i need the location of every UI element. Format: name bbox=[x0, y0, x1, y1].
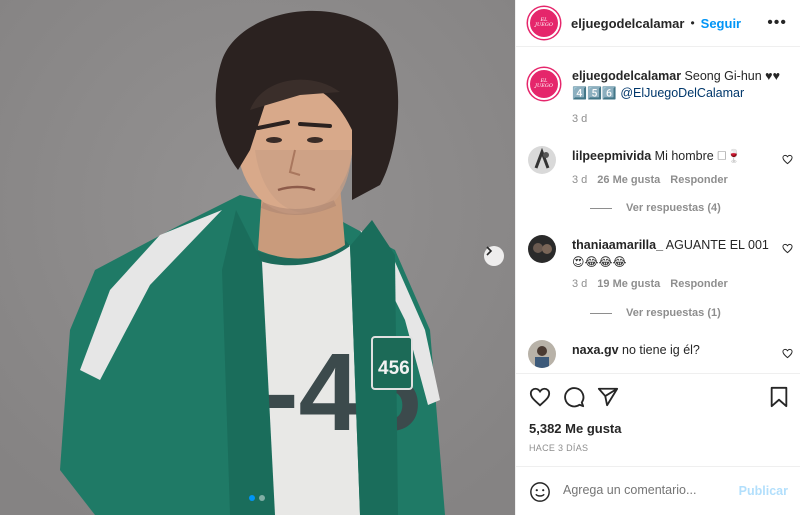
comment-age: 3 d bbox=[572, 278, 588, 290]
view-replies-label: Ver respuestas (1) bbox=[626, 307, 721, 319]
emoji-icon[interactable] bbox=[529, 481, 551, 503]
post-image: -45 456 bbox=[0, 0, 515, 515]
follow-button[interactable]: Seguir bbox=[701, 16, 741, 31]
comment-meta: 3 d 19 Me gusta Responder bbox=[572, 278, 728, 290]
save-bookmark-icon[interactable] bbox=[769, 386, 789, 408]
add-comment-bar: Publicar bbox=[516, 466, 800, 515]
reply-button[interactable]: Responder bbox=[670, 278, 727, 290]
comment-username[interactable]: lilpeepmivida bbox=[572, 149, 651, 163]
comment-emojis: 😍😂😂😂 bbox=[572, 255, 627, 269]
reply-button[interactable]: Responder bbox=[670, 174, 727, 186]
post-photo[interactable]: -45 456 bbox=[0, 0, 515, 515]
comment-body: lilpeepmivida Mi hombre 🗆🍷 bbox=[572, 148, 772, 165]
likes-count[interactable]: 5,382 Me gusta bbox=[529, 421, 622, 436]
carousel-dot bbox=[259, 495, 265, 501]
more-options-icon[interactable]: ••• bbox=[767, 14, 787, 32]
comment-likes[interactable]: 19 Me gusta bbox=[597, 278, 660, 290]
post-side-panel: EL JUEGO eljuegodelcalamar • Seguir ••• E… bbox=[515, 0, 800, 515]
caption-text: eljuegodelcalamar Seong Gi-hun ♥♥ 4️⃣5️⃣… bbox=[572, 68, 792, 102]
comment-meta: 3 d 26 Me gusta Responder bbox=[572, 174, 728, 186]
view-replies-button[interactable]: Ver respuestas (4) bbox=[572, 202, 721, 214]
share-icon[interactable] bbox=[597, 386, 619, 408]
commenter-avatar[interactable] bbox=[528, 235, 556, 263]
like-comment-icon[interactable] bbox=[782, 348, 793, 359]
comment-username[interactable]: thaniaamarilla_ bbox=[572, 238, 663, 252]
comments-list[interactable]: EL JUEGO eljuegodelcalamar Seong Gi-hun ♥… bbox=[516, 48, 800, 373]
separator-dot: • bbox=[690, 16, 695, 30]
account-avatar[interactable]: EL JUEGO bbox=[528, 7, 560, 39]
caption-number-emojis: 4️⃣5️⃣6️⃣ bbox=[572, 86, 617, 100]
comment-text: AGUANTE EL 001 bbox=[663, 238, 769, 252]
next-photo-button[interactable] bbox=[484, 246, 504, 266]
view-replies-button[interactable]: Ver respuestas (1) bbox=[572, 307, 721, 319]
avatar-logo-art: EL JUEGO bbox=[535, 78, 553, 89]
commenter-avatar[interactable] bbox=[528, 146, 556, 174]
comment-text: Mi hombre 🗆🍷 bbox=[651, 149, 742, 163]
carousel-indicator bbox=[249, 495, 265, 501]
view-replies-label: Ver respuestas (4) bbox=[626, 202, 721, 214]
post-time: HACE 3 DÍAS bbox=[529, 443, 589, 453]
comment-username[interactable]: naxa.gv bbox=[572, 343, 619, 357]
comment-icon[interactable] bbox=[563, 386, 585, 408]
like-comment-icon[interactable] bbox=[782, 243, 793, 254]
caption-username[interactable]: eljuegodelcalamar bbox=[572, 69, 681, 83]
jersey-number: 456 bbox=[378, 358, 410, 379]
commenter-avatar[interactable] bbox=[528, 340, 556, 368]
chevron-right-icon bbox=[486, 246, 493, 256]
carousel-dot-active bbox=[249, 495, 255, 501]
like-comment-icon[interactable] bbox=[782, 154, 793, 165]
comment-likes[interactable]: 26 Me gusta bbox=[597, 174, 660, 186]
like-icon[interactable] bbox=[529, 386, 551, 408]
comment-body: thaniaamarilla_ AGUANTE EL 001 😍😂😂😂 bbox=[572, 237, 772, 271]
post-actions bbox=[516, 373, 800, 423]
comment-body: naxa.gv no tiene ig él? bbox=[572, 342, 772, 359]
comment-age: 3 d bbox=[572, 174, 588, 186]
caption-age: 3 d bbox=[572, 113, 588, 125]
publish-comment-button[interactable]: Publicar bbox=[739, 484, 788, 498]
replies-line bbox=[590, 312, 612, 314]
account-username[interactable]: eljuegodelcalamar bbox=[571, 16, 684, 31]
avatar-logo-art: EL JUEGO bbox=[535, 17, 553, 28]
post-header: EL JUEGO eljuegodelcalamar • Seguir ••• bbox=[516, 0, 800, 47]
caption-body: Seong Gi-hun ♥♥ bbox=[681, 69, 781, 83]
replies-line bbox=[590, 207, 612, 209]
comment-text: no tiene ig él? bbox=[618, 343, 700, 357]
caption-mention-link[interactable]: @ElJuegoDelCalamar bbox=[620, 86, 744, 100]
comment-input[interactable] bbox=[563, 483, 733, 497]
caption-avatar[interactable]: EL JUEGO bbox=[528, 68, 560, 100]
